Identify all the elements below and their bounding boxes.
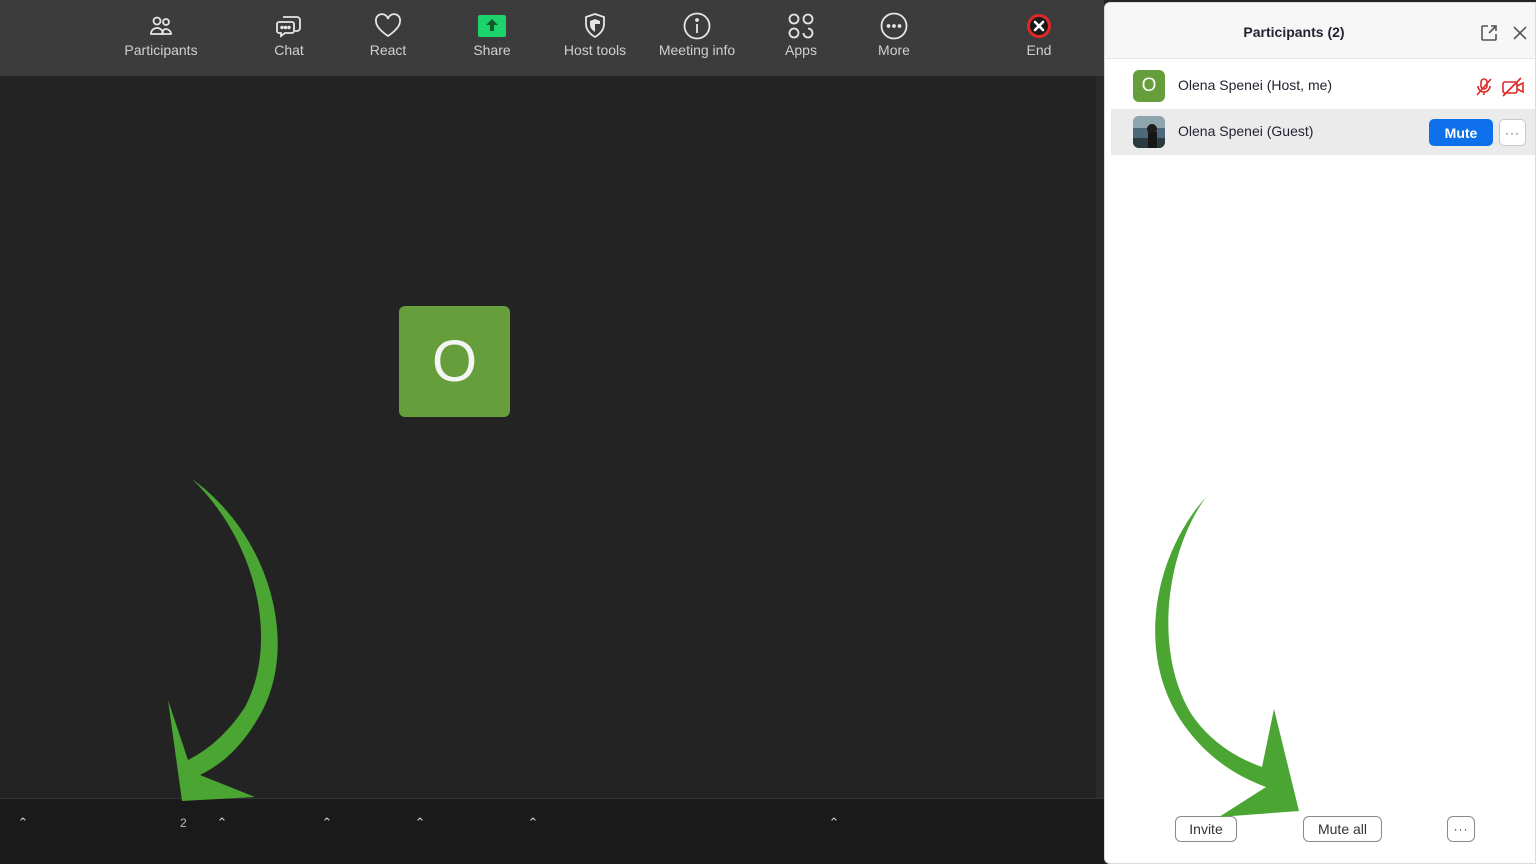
panel-more-button[interactable]: ··· — [1447, 816, 1475, 842]
panel-title: Participants (2) — [1243, 24, 1345, 40]
apps-icon — [786, 6, 816, 46]
video-off-icon[interactable] — [1501, 76, 1524, 98]
apps-label: Apps — [785, 42, 817, 58]
invite-button[interactable]: Invite — [1175, 816, 1237, 842]
participants-icon — [148, 6, 174, 46]
video-avatar-tile: O — [399, 306, 510, 417]
react-caret[interactable]: ⌃ — [413, 816, 427, 830]
mute-button[interactable]: Mute — [1429, 119, 1493, 146]
apps-button[interactable]: Apps — [776, 0, 826, 66]
host-tools-button[interactable]: Host tools — [560, 0, 630, 66]
shield-icon — [582, 6, 608, 46]
more-button[interactable]: More — [868, 0, 920, 66]
share-label: Share — [473, 42, 511, 58]
panel-header: Participants (2) — [1105, 3, 1535, 59]
participant-name: Olena Spenei (Host, me) — [1178, 77, 1333, 93]
react-button[interactable]: React — [362, 0, 414, 66]
share-button[interactable]: Share — [466, 0, 518, 66]
share-icon — [477, 6, 507, 46]
mute-all-button[interactable]: Mute all — [1303, 816, 1382, 842]
participant-name: Olena Spenei (Guest) — [1178, 123, 1314, 139]
participant-row[interactable]: Olena Spenei (Guest) Mute ··· — [1111, 109, 1535, 155]
chat-caret[interactable]: ⌃ — [320, 816, 334, 830]
info-icon — [682, 6, 712, 46]
participants-panel: Participants (2) O Olena Spenei (Host, m… — [1104, 2, 1536, 864]
panel-divider[interactable] — [1096, 76, 1104, 798]
chat-icon — [275, 6, 303, 46]
meeting-toolbar — [0, 798, 1104, 864]
host-tools-label: Host tools — [563, 42, 627, 58]
meeting-info-label: Meeting info — [658, 42, 736, 58]
more-label: More — [878, 42, 910, 58]
muted-mic-icon[interactable] — [1473, 76, 1495, 98]
share-caret[interactable]: ⌃ — [526, 816, 540, 830]
popout-icon[interactable] — [1479, 23, 1499, 43]
end-button[interactable]: End — [1014, 0, 1064, 66]
ellipsis-icon — [879, 6, 909, 46]
participants-count: 2 — [180, 816, 187, 830]
audio-options-caret[interactable]: ⌃ — [16, 816, 30, 830]
heart-icon — [373, 6, 403, 46]
apps-caret[interactable]: ⌃ — [827, 816, 841, 830]
video-stage — [0, 76, 1096, 798]
avatar: O — [1133, 70, 1165, 102]
participants-label: Participants — [124, 42, 198, 58]
zoom-meeting-window: O ⌃ Participants 2 ⌃ Chat ⌃ React ⌃ Shar… — [0, 0, 1536, 864]
meeting-info-button[interactable]: Meeting info — [654, 0, 740, 66]
participants-caret[interactable]: ⌃ — [215, 816, 229, 830]
participant-more-button[interactable]: ··· — [1499, 119, 1526, 146]
chat-button[interactable]: Chat — [262, 0, 316, 66]
react-label: React — [369, 42, 407, 58]
participant-row[interactable]: O Olena Spenei (Host, me) — [1111, 63, 1535, 109]
close-icon[interactable] — [1510, 23, 1530, 43]
end-label: End — [1026, 42, 1052, 58]
avatar — [1133, 116, 1165, 148]
participants-button[interactable]: Participants — [118, 0, 204, 66]
chat-label: Chat — [274, 42, 304, 58]
end-x-icon — [1025, 6, 1053, 46]
